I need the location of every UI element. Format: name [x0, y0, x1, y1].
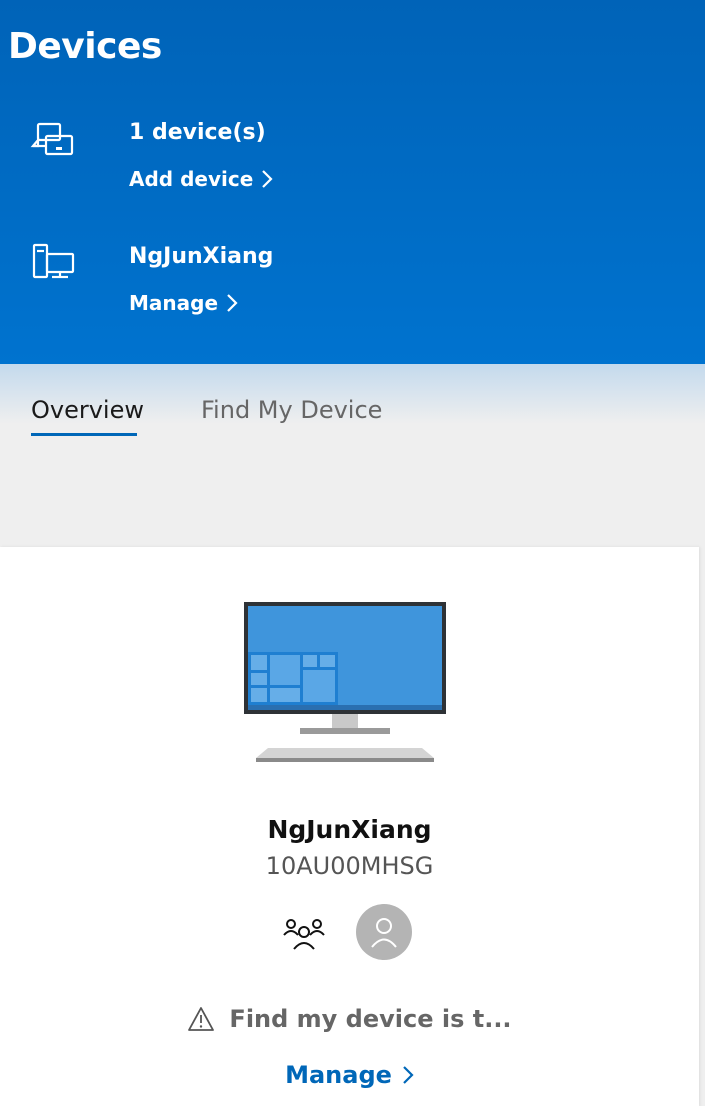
- manage-link[interactable]: Manage: [0, 1061, 699, 1089]
- device-name: NgJunXiang: [267, 815, 432, 844]
- devices-count: 1 device(s): [129, 120, 266, 145]
- warning-icon: [188, 1007, 215, 1031]
- manage-link-header[interactable]: Manage: [129, 291, 238, 315]
- person-icon: [371, 918, 397, 948]
- active-tab-indicator: [31, 433, 137, 436]
- chevron-right-icon: [227, 294, 238, 312]
- add-device-label: Add device: [129, 167, 254, 191]
- tab-bar: Overview Find My Device: [0, 380, 705, 440]
- desktop-pc-icon: [32, 243, 75, 279]
- manage-label: Manage: [129, 291, 219, 315]
- find-device-warning: Find my device is t...: [0, 1005, 699, 1033]
- tab-overview[interactable]: Overview: [31, 396, 144, 424]
- family-icon[interactable]: [281, 915, 327, 951]
- page-title: Devices: [8, 26, 162, 67]
- tab-find-my-device[interactable]: Find My Device: [201, 396, 382, 424]
- devices-icon: [30, 122, 74, 156]
- warning-text: Find my device is t...: [229, 1005, 512, 1033]
- user-avatar-icon[interactable]: [356, 904, 412, 960]
- add-device-link[interactable]: Add device: [129, 167, 273, 191]
- device-card[interactable]: NgJunXiang 10AU00MHSG Find my device is …: [0, 547, 699, 1106]
- manage-label: Manage: [285, 1061, 392, 1089]
- device-model: 10AU00MHSG: [265, 852, 434, 880]
- desktop-monitor-icon: [244, 602, 446, 762]
- device-name-header: NgJunXiang: [129, 244, 274, 269]
- chevron-right-icon: [262, 170, 273, 188]
- chevron-right-icon: [403, 1066, 414, 1084]
- devices-header: Devices 1 device(s) Add device NgJunXian…: [0, 0, 705, 364]
